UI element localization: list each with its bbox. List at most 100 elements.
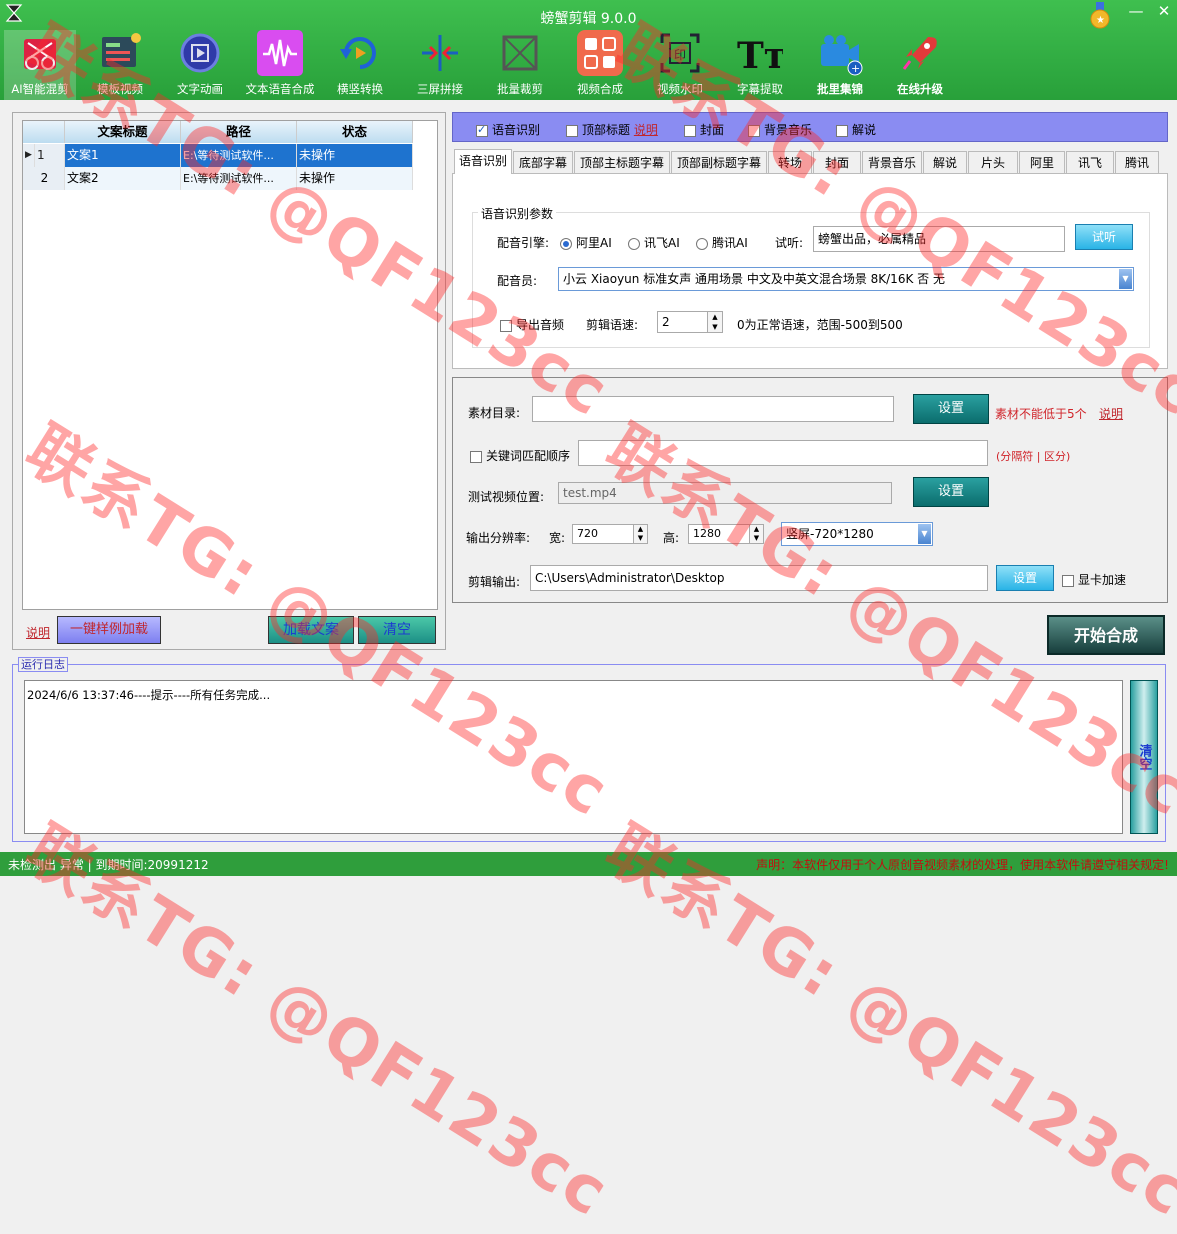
row-status: 未操作: [297, 167, 413, 190]
tab-bottom-subtitle[interactable]: 底部字幕: [513, 151, 573, 173]
radio-icon[interactable]: [560, 237, 572, 250]
toolbar-subtitle-extract[interactable]: Tт 字幕提取: [720, 30, 800, 100]
engine-xunfei[interactable]: 讯飞AI: [628, 234, 680, 251]
preview-button[interactable]: 试听: [1075, 224, 1133, 250]
checkbox-icon[interactable]: [500, 319, 512, 332]
row-path: E:\等待测试软件...: [181, 144, 297, 167]
top-explain-link[interactable]: 说明: [634, 123, 658, 137]
output-path-input[interactable]: C:\Users\Administrator\Desktop: [530, 565, 988, 591]
toolbar-label: 模板视频: [97, 82, 143, 96]
tab-bgm[interactable]: 背景音乐: [862, 151, 922, 173]
keyword-order-option[interactable]: 关键词匹配顺序: [470, 447, 570, 464]
tab-xunfei[interactable]: 讯飞: [1066, 151, 1114, 173]
keyword-hint: (分隔符 | 区分): [996, 450, 1071, 463]
tab-speech[interactable]: 语音识别: [454, 149, 512, 174]
stepper-arrows-icon[interactable]: ▲ ▼: [749, 525, 763, 543]
width-label: 宽:: [549, 531, 566, 545]
toolbar-batch-crop[interactable]: 批量裁剪: [480, 30, 560, 100]
resolution-preset-select[interactable]: 竖屏-720*1280: [781, 522, 933, 546]
text-animation-icon: [176, 30, 224, 76]
tab-intro[interactable]: 片头: [968, 151, 1018, 173]
toolbar-rotate[interactable]: 横竖转换: [320, 30, 400, 100]
checkbox-icon[interactable]: [748, 124, 760, 137]
row-path: E:\等待测试软件...: [181, 167, 297, 190]
toolbar-online-upgrade[interactable]: 在线升级: [880, 30, 960, 100]
log-textarea[interactable]: 2024/6/6 13:37:46----提示----所有任务完成...: [24, 680, 1123, 834]
material-dir-input[interactable]: [532, 396, 894, 422]
toolbar-ai-mix[interactable]: AI智能混剪: [4, 30, 76, 100]
tab-tencent[interactable]: 腾讯: [1115, 151, 1159, 173]
batch-crop-icon: [496, 30, 544, 76]
test-video-set-button[interactable]: 设置: [913, 477, 989, 507]
text-grid[interactable]: 文案标题 路径 状态 ▶ 1 文案1 E:\等待测试软件... 未操作 2 文案…: [22, 120, 438, 610]
checkbox-icon[interactable]: [684, 124, 696, 137]
option-cover[interactable]: 封面: [684, 121, 724, 138]
tab-aliyun[interactable]: 阿里: [1019, 151, 1065, 173]
tab-narration[interactable]: 解说: [923, 151, 967, 173]
tab-cover[interactable]: 封面: [813, 151, 861, 173]
grid-header-title[interactable]: 文案标题: [65, 121, 181, 143]
table-row[interactable]: 2 文案2 E:\等待测试软件... 未操作: [23, 167, 413, 190]
option-label: 背景音乐: [764, 123, 813, 137]
engine-option-label: 讯飞AI: [644, 236, 680, 250]
close-icon[interactable]: ✕: [1150, 2, 1177, 20]
checkbox-icon[interactable]: [566, 124, 578, 137]
tab-top-main-title[interactable]: 顶部主标题字幕: [574, 151, 670, 173]
radio-icon[interactable]: [696, 237, 708, 250]
checkbox-icon[interactable]: [470, 450, 482, 463]
table-row[interactable]: ▶ 1 文案1 E:\等待测试软件... 未操作: [23, 144, 413, 167]
toolbar-three-screen[interactable]: 三屏拼接: [400, 30, 480, 100]
checkbox-icon[interactable]: [836, 124, 848, 137]
template-video-icon: [96, 30, 144, 76]
checkbox-icon[interactable]: [476, 123, 488, 137]
export-audio-option[interactable]: 导出音频: [500, 316, 564, 333]
stepper-arrows-icon[interactable]: ▲ ▼: [707, 312, 722, 332]
start-compose-button[interactable]: 开始合成: [1047, 615, 1165, 655]
test-video-input[interactable]: test.mp4: [558, 482, 892, 504]
radio-icon[interactable]: [628, 237, 640, 250]
material-dir-set-button[interactable]: 设置: [913, 394, 989, 424]
keyword-input[interactable]: [578, 440, 988, 466]
toolbar-text-animation[interactable]: 文字动画: [160, 30, 240, 100]
grid-header-path[interactable]: 路径: [181, 121, 297, 143]
chevron-down-icon[interactable]: ▼: [1119, 269, 1132, 289]
subtitle-extract-icon: Tт: [736, 30, 784, 76]
output-set-button[interactable]: 设置: [996, 565, 1054, 591]
grid-header-status[interactable]: 状态: [297, 121, 413, 143]
engine-aliyun[interactable]: 阿里AI: [560, 234, 612, 251]
option-speech[interactable]: 语音识别: [476, 121, 540, 138]
option-narration[interactable]: 解说: [836, 121, 876, 138]
gpu-accel-option[interactable]: 显卡加速: [1062, 571, 1126, 588]
group-title: 语音识别参数: [478, 205, 557, 222]
stepper-arrows-icon[interactable]: ▲ ▼: [633, 525, 647, 543]
voice-select[interactable]: 小云 Xiaoyun 标准女声 通用场景 中文及中英文混合场景 8K/16K 否…: [558, 267, 1134, 291]
toolbar-tts[interactable]: 文本语音合成: [240, 30, 320, 100]
checkbox-icon[interactable]: [1062, 574, 1074, 587]
toolbar-video-compose[interactable]: 视频合成: [560, 30, 640, 100]
preview-text-input[interactable]: 螃蟹出品，必属精品: [813, 226, 1065, 252]
option-label: 解说: [852, 123, 877, 137]
engine-tencent[interactable]: 腾讯AI: [696, 234, 748, 251]
minimize-icon[interactable]: —: [1122, 2, 1150, 20]
option-top-title[interactable]: 顶部标题 说明: [566, 121, 658, 138]
speed-label: 剪辑语速:: [586, 318, 639, 332]
toolbar-batch-highlights[interactable]: + 批里集锦: [800, 30, 880, 100]
explain-link[interactable]: 说明: [26, 624, 50, 641]
option-bgm[interactable]: 背景音乐: [748, 121, 812, 138]
svg-text:印: 印: [674, 48, 686, 62]
chevron-down-icon[interactable]: ▼: [918, 524, 931, 544]
load-sample-button[interactable]: 一键样例加载: [57, 616, 161, 644]
tab-top-sub-title[interactable]: 顶部副标题字幕: [671, 151, 767, 173]
load-text-button[interactable]: 加载文案: [268, 616, 354, 644]
preview-label: 试听:: [775, 236, 804, 250]
material-explain-link[interactable]: 说明: [1099, 405, 1123, 422]
toolbar-watermark[interactable]: 印 视频水印: [640, 30, 720, 100]
watermark-icon: 印: [656, 30, 704, 76]
toolbar-label: 在线升级: [897, 82, 943, 96]
clear-text-button[interactable]: 清空: [358, 616, 436, 644]
log-clear-button[interactable]: 清空: [1130, 680, 1158, 834]
tab-transition[interactable]: 转场: [768, 151, 812, 173]
medal-icon[interactable]: ★: [1089, 2, 1111, 30]
toolbar-template-video[interactable]: 模板视频: [80, 30, 160, 100]
engine-option-label: 腾讯AI: [712, 236, 748, 250]
